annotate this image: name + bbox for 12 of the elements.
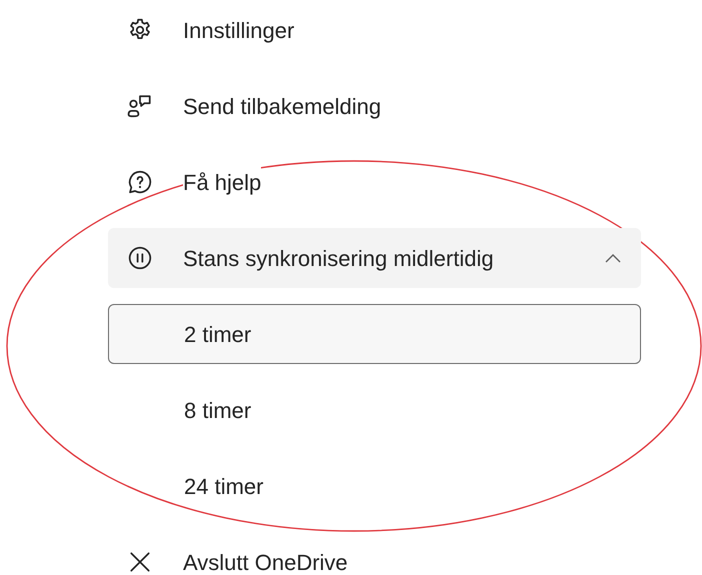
submenu-item[interactable]: 24 timer bbox=[108, 456, 641, 516]
pause-icon bbox=[127, 245, 153, 271]
menu-item[interactable]: Få hjelp bbox=[108, 152, 641, 212]
submenu-item[interactable]: 8 timer bbox=[108, 380, 641, 440]
chevron-up-icon bbox=[605, 253, 621, 263]
question-bubble-icon bbox=[127, 169, 153, 195]
submenu-item[interactable]: 2 timer bbox=[108, 304, 641, 364]
menu-item[interactable]: Avslutt OneDrive bbox=[108, 532, 641, 575]
menu-item[interactable]: Innstillinger bbox=[108, 0, 641, 60]
person-speech-bubble-icon bbox=[127, 93, 153, 119]
menu-item[interactable]: Stans synkronisering midlertidig bbox=[108, 228, 641, 288]
menu-item[interactable]: Send tilbakemelding bbox=[108, 76, 641, 136]
